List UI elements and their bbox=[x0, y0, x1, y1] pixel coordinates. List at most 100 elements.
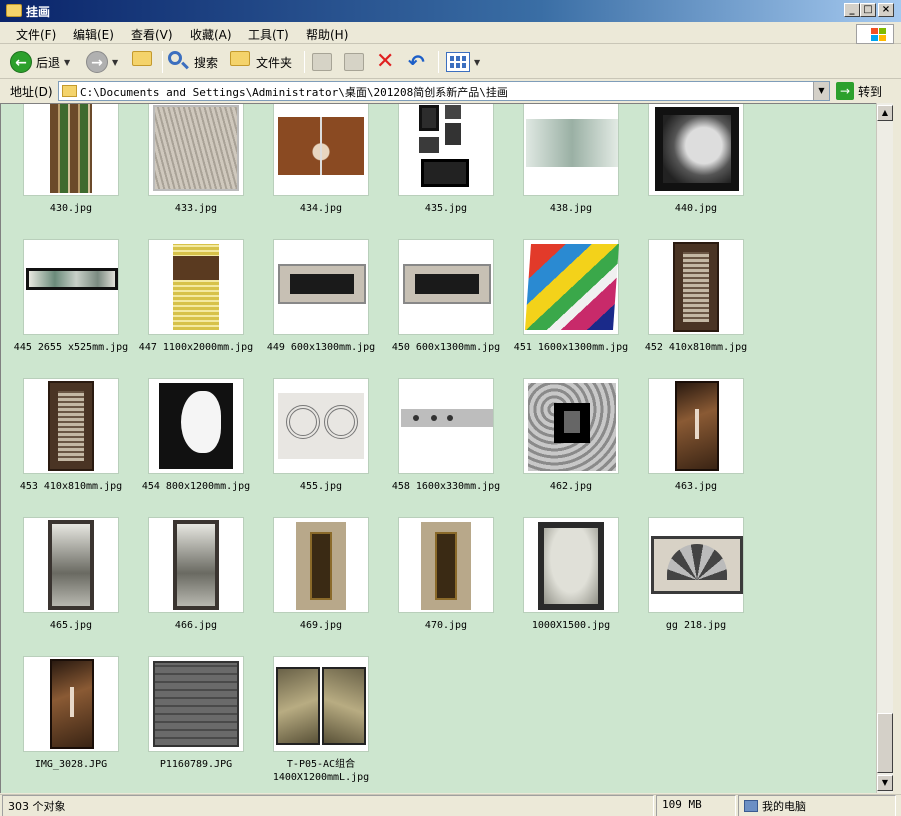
file-item[interactable]: 462.jpg bbox=[501, 378, 626, 498]
file-name: 465.jpg bbox=[49, 620, 93, 631]
image-thumbnail[interactable] bbox=[273, 378, 369, 474]
menu-favorites[interactable]: 收藏(A) bbox=[190, 26, 232, 43]
forward-dropdown-icon[interactable]: ▼ bbox=[112, 58, 118, 67]
file-name: 469.jpg bbox=[299, 620, 343, 631]
folders-button[interactable]: 文件夹 bbox=[230, 49, 292, 75]
image-thumbnail[interactable] bbox=[148, 378, 244, 474]
address-value[interactable]: C:\Documents and Settings\Administrator\… bbox=[80, 84, 508, 100]
forward-button[interactable]: → ▼ bbox=[86, 49, 118, 75]
maximize-button[interactable]: □ bbox=[860, 3, 876, 17]
up-folder-icon bbox=[132, 51, 154, 73]
search-button[interactable]: 搜索 bbox=[168, 49, 218, 75]
scroll-down-icon[interactable]: ▼ bbox=[877, 775, 893, 791]
menu-help[interactable]: 帮助(H) bbox=[306, 26, 348, 43]
file-item[interactable]: 466.jpg bbox=[126, 517, 251, 637]
image-thumbnail[interactable] bbox=[148, 104, 244, 196]
file-item[interactable]: 469.jpg bbox=[251, 517, 376, 637]
close-button[interactable]: × bbox=[878, 3, 894, 17]
file-item[interactable]: 451 1600x1300mm.jpg bbox=[501, 239, 628, 359]
menu-file[interactable]: 文件(F) bbox=[16, 26, 56, 43]
image-thumbnail[interactable] bbox=[523, 378, 619, 474]
move-to-icon bbox=[312, 53, 332, 71]
file-item[interactable]: 445 2655 x525mm.jpg bbox=[1, 239, 128, 359]
image-thumbnail[interactable] bbox=[648, 104, 744, 196]
image-thumbnail[interactable] bbox=[273, 517, 369, 613]
move-to-button[interactable] bbox=[312, 49, 332, 75]
file-item[interactable]: 438.jpg bbox=[501, 104, 626, 220]
image-thumbnail[interactable] bbox=[398, 104, 494, 196]
total-size: 109 MB bbox=[656, 795, 736, 816]
image-thumbnail[interactable] bbox=[23, 378, 119, 474]
image-thumbnail[interactable] bbox=[523, 517, 619, 613]
menu-bar: 文件(F) 编辑(E) 查看(V) 收藏(A) 工具(T) 帮助(H) bbox=[0, 22, 901, 44]
image-thumbnail[interactable] bbox=[523, 239, 620, 335]
image-thumbnail[interactable] bbox=[148, 656, 244, 752]
image-thumbnail[interactable] bbox=[273, 239, 369, 335]
file-item[interactable]: 465.jpg bbox=[1, 517, 126, 637]
scroll-up-icon[interactable]: ▲ bbox=[877, 105, 893, 121]
image-thumbnail[interactable] bbox=[273, 104, 369, 196]
vertical-scrollbar[interactable]: ▲ ▼ bbox=[876, 103, 893, 793]
image-thumbnail[interactable] bbox=[398, 239, 494, 335]
views-dropdown-icon[interactable]: ▼ bbox=[474, 58, 480, 67]
image-thumbnail[interactable] bbox=[648, 517, 744, 613]
toolbar-separator bbox=[162, 51, 163, 73]
image-thumbnail[interactable] bbox=[23, 239, 119, 335]
file-name: 430.jpg bbox=[49, 203, 93, 214]
file-item[interactable]: 433.jpg bbox=[126, 104, 251, 220]
image-thumbnail[interactable] bbox=[23, 104, 119, 196]
folder-icon bbox=[62, 85, 77, 97]
file-item[interactable]: 470.jpg bbox=[376, 517, 501, 637]
file-item[interactable]: T-P05-AC组合 1400X1200mmL.jpg bbox=[251, 656, 376, 783]
file-name: 466.jpg bbox=[174, 620, 218, 631]
go-button[interactable]: → 转到 bbox=[836, 82, 882, 100]
file-item[interactable]: 450 600x1300mm.jpg bbox=[376, 239, 501, 359]
menu-edit[interactable]: 编辑(E) bbox=[73, 26, 114, 43]
file-name: 454 800x1200mm.jpg bbox=[141, 481, 251, 492]
back-button[interactable]: ← 后退 ▼ bbox=[10, 49, 70, 75]
delete-button[interactable]: ✕ bbox=[376, 49, 394, 75]
menu-tools[interactable]: 工具(T) bbox=[248, 26, 289, 43]
minimize-button[interactable]: _ bbox=[844, 3, 860, 17]
file-item[interactable]: 434.jpg bbox=[251, 104, 376, 220]
copy-to-button[interactable] bbox=[344, 49, 364, 75]
image-thumbnail[interactable] bbox=[523, 104, 619, 196]
file-item[interactable]: 454 800x1200mm.jpg bbox=[126, 378, 251, 498]
file-item[interactable]: P1160789.JPG bbox=[126, 656, 251, 776]
file-name: 449 600x1300mm.jpg bbox=[266, 342, 376, 353]
scroll-thumb[interactable] bbox=[877, 713, 893, 773]
file-name: 462.jpg bbox=[549, 481, 593, 492]
file-item[interactable]: 440.jpg bbox=[626, 104, 751, 220]
computer-icon bbox=[744, 800, 758, 812]
menu-view[interactable]: 查看(V) bbox=[131, 26, 173, 43]
file-item[interactable]: gg 218.jpg bbox=[626, 517, 751, 637]
image-thumbnail[interactable] bbox=[23, 517, 119, 613]
search-label: 搜索 bbox=[194, 55, 219, 70]
file-item[interactable]: 449 600x1300mm.jpg bbox=[251, 239, 376, 359]
image-thumbnail[interactable] bbox=[648, 378, 744, 474]
file-item[interactable]: 447 1100x2000mm.jpg bbox=[126, 239, 253, 359]
file-item[interactable]: 453 410x810mm.jpg bbox=[1, 378, 126, 498]
image-thumbnail[interactable] bbox=[23, 656, 119, 752]
file-item[interactable]: 452 410x810mm.jpg bbox=[626, 239, 751, 359]
image-thumbnail[interactable] bbox=[398, 378, 494, 474]
address-field[interactable]: C:\Documents and Settings\Administrator\… bbox=[58, 81, 830, 101]
file-item[interactable]: IMG_3028.JPG bbox=[1, 656, 126, 776]
file-item[interactable]: 430.jpg bbox=[1, 104, 126, 220]
views-button[interactable]: ▼ bbox=[446, 49, 480, 75]
undo-button[interactable]: ↶ bbox=[408, 49, 425, 75]
file-item[interactable]: 435.jpg bbox=[376, 104, 501, 220]
file-item[interactable]: 1000X1500.jpg bbox=[501, 517, 626, 637]
file-item[interactable]: 455.jpg bbox=[251, 378, 376, 498]
image-thumbnail[interactable] bbox=[273, 656, 369, 752]
back-arrow-icon: ← bbox=[10, 51, 32, 73]
up-folder-button[interactable] bbox=[132, 49, 154, 75]
image-thumbnail[interactable] bbox=[398, 517, 494, 613]
file-item[interactable]: 458 1600x330mm.jpg bbox=[376, 378, 501, 498]
image-thumbnail[interactable] bbox=[148, 239, 244, 335]
image-thumbnail[interactable] bbox=[148, 517, 244, 613]
address-dropdown-icon[interactable]: ▼ bbox=[813, 82, 829, 100]
back-dropdown-icon[interactable]: ▼ bbox=[64, 58, 70, 67]
file-item[interactable]: 463.jpg bbox=[626, 378, 751, 498]
image-thumbnail[interactable] bbox=[648, 239, 744, 335]
